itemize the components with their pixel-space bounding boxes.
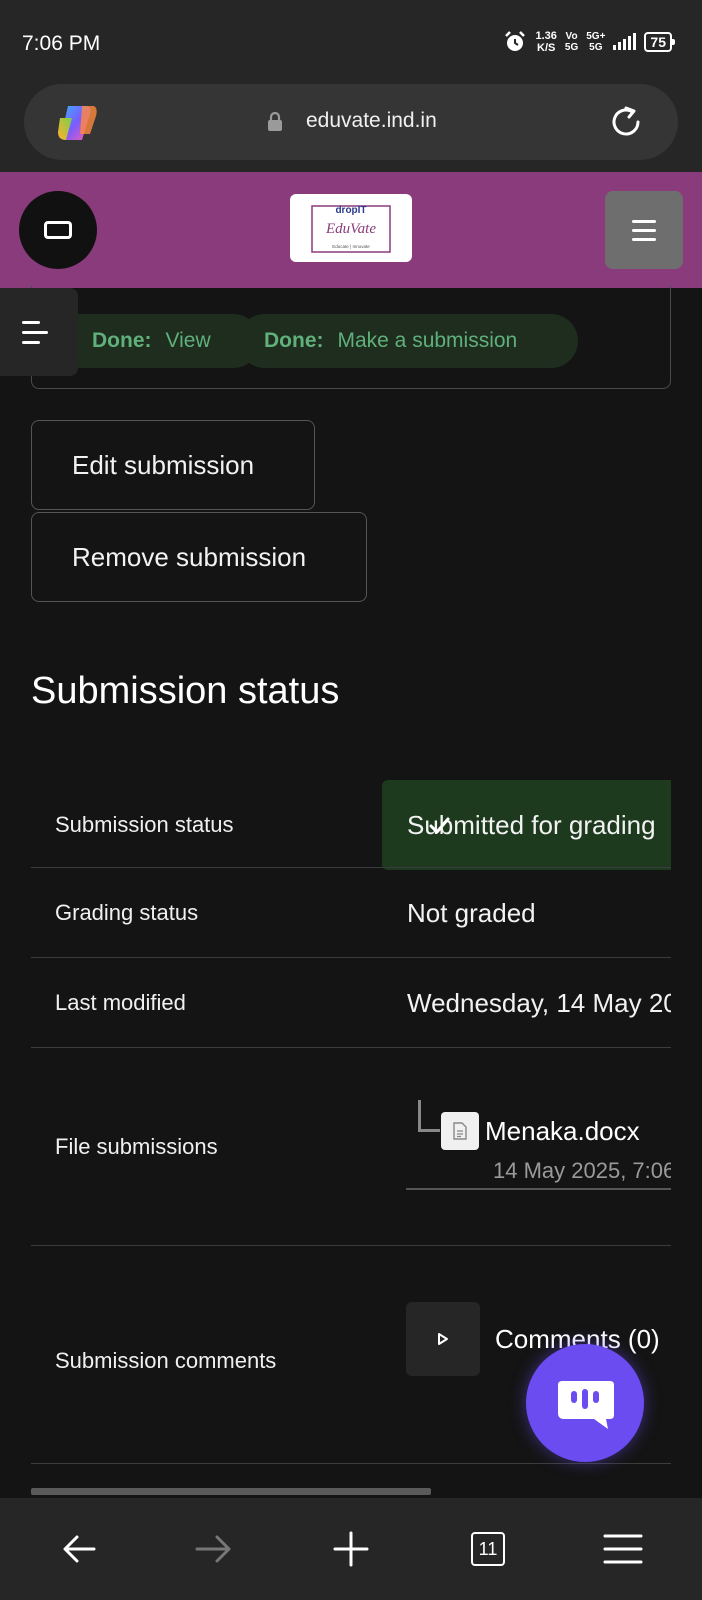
battery-icon: 75	[644, 32, 675, 52]
chat-icon	[558, 1381, 614, 1429]
back-button[interactable]	[54, 1524, 104, 1574]
browser-menu-button[interactable]	[598, 1524, 648, 1574]
drawer-icon	[44, 221, 72, 239]
volte-bottom: 5G	[564, 42, 579, 53]
net-speed-value: 1.36	[535, 30, 557, 42]
svg-text:EduVate: EduVate	[325, 221, 376, 237]
net-speed: 1.36 K/S	[535, 30, 556, 54]
alarm-icon	[505, 31, 526, 51]
chat-button[interactable]	[526, 1344, 644, 1462]
status-icons: 1.36 K/S Vo 5G 5G+ 5G 75	[503, 30, 675, 54]
completion-status: Done:	[92, 329, 152, 352]
row-label: Submission status	[55, 812, 234, 837]
file-divider	[406, 1188, 671, 1190]
completion-status: Done:	[264, 329, 324, 352]
table-overflow-edge	[671, 770, 702, 1470]
volte-indicator: Vo 5G	[565, 31, 578, 53]
menu-line	[632, 228, 656, 232]
status-time: 7:06 PM	[22, 32, 101, 55]
table-row: Submission status Submitted for grading	[31, 780, 671, 868]
check-icon	[429, 817, 450, 834]
comments-expand-button[interactable]	[406, 1302, 480, 1376]
new-tab-button[interactable]	[326, 1524, 376, 1574]
table-row: File submissions	[31, 1048, 671, 1246]
last-modified-value: Wednesday, 14 May 2025, 7:06 PM	[407, 988, 671, 1018]
back-arrow-icon	[63, 1535, 96, 1563]
signal-icon	[613, 33, 637, 50]
completion-label: View	[165, 329, 211, 352]
edit-submission-button[interactable]: Edit submission	[31, 420, 315, 510]
forward-arrow-icon	[195, 1535, 231, 1563]
row-label: Submission comments	[55, 1348, 277, 1373]
status-bar: 7:06 PM 1.36 K/S Vo 5G 5G+ 5G 75	[0, 0, 702, 80]
completion-pill-submission: Done: Make a submission	[238, 314, 578, 368]
menu-line	[632, 219, 656, 223]
reload-icon[interactable]	[608, 104, 644, 140]
row-label: File submissions	[55, 1134, 218, 1159]
svg-text:dropIT: dropIT	[335, 205, 366, 216]
menu-line	[632, 237, 656, 241]
site-header: dropIT EduVate Educate | Innovate	[0, 172, 702, 288]
tabs-button[interactable]: 11	[463, 1524, 513, 1574]
table-horizontal-scrollbar[interactable]	[31, 1488, 431, 1495]
plus-icon	[333, 1531, 369, 1567]
site-menu-button[interactable]	[605, 191, 683, 269]
lock-icon	[268, 112, 282, 131]
url-text[interactable]: eduvate.ind.in	[306, 109, 437, 133]
row-label: Last modified	[55, 990, 186, 1015]
caret-right-icon	[438, 1333, 448, 1345]
site-logo[interactable]: dropIT EduVate Educate | Innovate	[290, 194, 412, 262]
copilot-icon[interactable]	[56, 104, 98, 142]
network-bottom: 5G	[589, 42, 603, 53]
activity-completion: Done: View Done: Make a submission	[31, 286, 671, 389]
remove-submission-button[interactable]: Remove submission	[31, 512, 367, 602]
row-label: Grading status	[55, 900, 199, 925]
volte-top: Vo	[565, 31, 578, 42]
table-row: Grading status Not graded	[31, 868, 671, 958]
network-top: 5G+	[586, 31, 606, 42]
network-indicator: 5G+ 5G	[586, 31, 605, 53]
drawer-toggle-button[interactable]	[19, 191, 97, 269]
eduvate-logo-image: dropIT EduVate Educate | Innovate	[311, 205, 391, 253]
completion-label: Make a submission	[337, 329, 518, 352]
file-tree-connector	[418, 1100, 440, 1132]
net-speed-unit: K/S	[537, 42, 556, 54]
course-index-toggle[interactable]	[0, 288, 78, 376]
index-line	[22, 320, 40, 324]
tabs-icon: 11	[471, 1532, 505, 1566]
grading-status-value: Not graded	[407, 898, 536, 928]
browser-toolbar: eduvate.ind.in	[0, 80, 702, 172]
index-line	[22, 340, 40, 344]
section-title: Submission status	[31, 670, 340, 712]
browser-bottom-nav: 11	[0, 1498, 702, 1600]
table-row: Last modified Wednesday, 14 May 2025, 7:…	[31, 958, 671, 1048]
menu-icon	[603, 1534, 643, 1564]
file-link[interactable]: Menaka.docx	[485, 1116, 640, 1147]
forward-button[interactable]	[189, 1524, 239, 1574]
index-line	[22, 330, 48, 334]
address-bar[interactable]: eduvate.ind.in	[24, 84, 678, 160]
completion-pill-view: Done: View	[52, 314, 260, 368]
svg-text:Educate | Innovate: Educate | Innovate	[332, 244, 370, 249]
document-icon	[441, 1112, 479, 1150]
